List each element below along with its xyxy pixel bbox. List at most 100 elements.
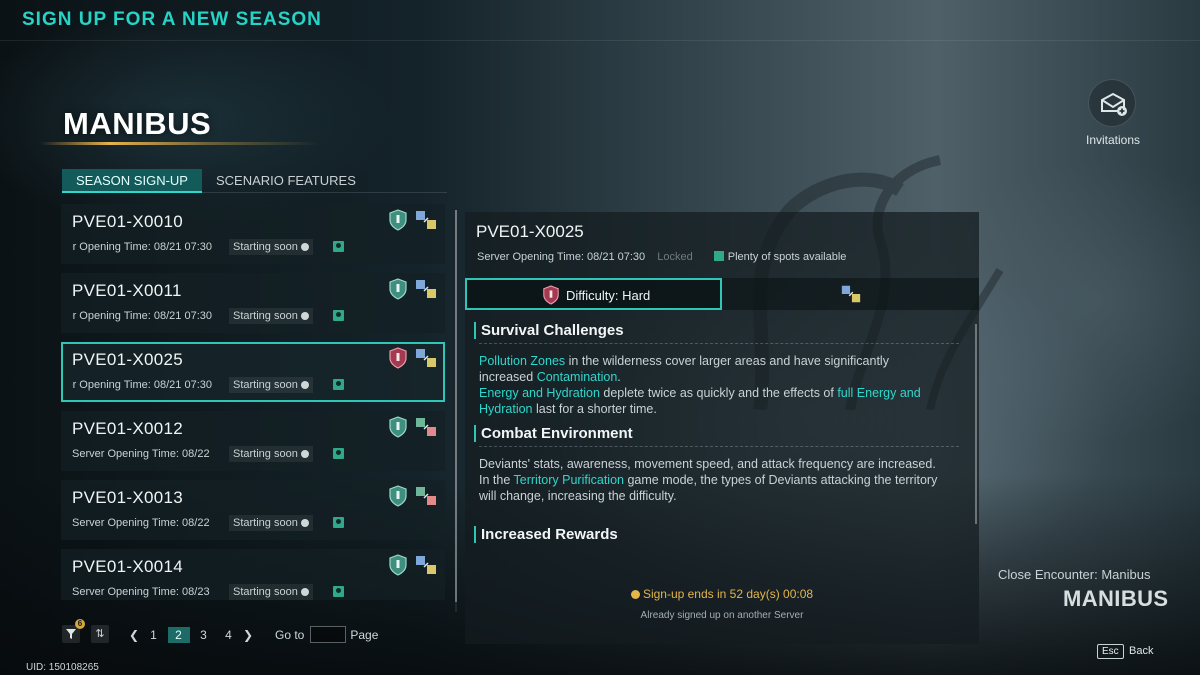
spots-status: Plenty of spots available [713,251,847,263]
page-4-button[interactable]: 4 [218,627,240,643]
page-1-button[interactable]: 1 [143,627,165,643]
clock-icon [630,590,640,599]
status-badge: Starting soon [229,584,313,600]
status-badge: Starting soon [229,446,313,462]
server-detail-panel: PVE01-X0025 Server Opening Time: 08/21 0… [465,212,979,644]
scenario-feature-icon [841,285,861,303]
server-card-selected[interactable]: PVE01-X0025 Server Opening Time: 08/21 0… [61,342,445,402]
server-card[interactable]: PVE01-X0012 Server Opening Time: 08/22 S… [61,411,445,471]
server-opening-time: Server Opening Time: 08/23 [72,586,210,598]
server-card[interactable]: PVE01-X0011 Server Opening Time: 08/21 0… [61,273,445,333]
player-slots-icon [333,310,344,321]
scenario-feature-icon [416,487,436,505]
keyword: Territory Purification [513,473,624,487]
status-label: Starting soon [233,586,298,598]
signed-up-note: Already signed up on another Server [640,610,804,621]
pagination: ❮ 1 2 3 4 ❯ Go to Page [127,626,378,643]
status-label: Starting soon [233,448,298,460]
player-slots-icon [333,379,344,390]
scenario-feature-icon [416,418,436,436]
timer-icon [300,519,309,527]
section-title-combat: Combat Environment [474,425,959,442]
tab-difficulty[interactable]: Difficulty: Hard [465,278,723,310]
shield-normal-icon [389,554,407,576]
server-name: PVE01-X0011 [72,281,182,300]
status-badge: Starting soon [229,377,313,393]
spots-label: Plenty of spots available [727,251,847,263]
combat-text: Deviants' stats, awareness, movement spe… [474,456,944,504]
text: In the [479,473,514,487]
server-opening-time: Server Opening Time: 08/22 [72,517,210,529]
text: Deviants' stats, awareness, movement spe… [479,457,936,471]
detail-tab-bar: Difficulty: Hard [465,278,979,310]
back-button[interactable]: Back [1129,645,1153,657]
server-list: PVE01-X0010 Server Opening Time: 08/21 0… [61,204,445,600]
server-name: PVE01-X0013 [72,488,184,507]
player-slots-icon [333,448,344,459]
difficulty-label: Difficulty: Hard [566,288,651,303]
status-label: Starting soon [233,379,298,391]
keyword: Pollution Zones [479,354,566,368]
shield-hard-icon [543,285,559,305]
tab-bar: SEASON SIGN-UP SCENARIO FEATURES [62,169,447,193]
status-badge: Starting soon [229,239,313,255]
scenario-feature-icon [416,211,436,229]
server-list-scroll-thumb[interactable] [455,210,457,602]
goto-label: Go to [275,627,305,642]
prev-page-icon[interactable]: ❮ [127,628,141,642]
invitation-mail-icon [1101,92,1127,116]
user-id: UID: 150108265 [26,662,99,673]
player-slots-icon [333,517,344,528]
invitations-label: Invitations [1086,133,1141,147]
page-title: SIGN UP FOR A NEW SEASON [22,9,322,30]
status-badge: Starting soon [229,515,313,531]
shield-normal-icon [389,278,407,300]
page-label: Page [350,627,379,642]
status-label: Starting soon [233,241,298,253]
detail-meta: Server Opening Time: 08/21 07:30 Locked … [477,251,846,263]
section-divider [479,446,959,447]
server-opening-time: Server Opening Time: 08/21 07:30 [72,241,212,253]
esc-key-hint[interactable]: Esc [1097,644,1124,659]
timer-icon [300,450,309,458]
encounter-subtitle: Close Encounter: Manibus [998,567,1151,582]
section-title-survival: Survival Challenges [474,322,959,339]
detail-content[interactable]: Survival Challenges Pollution Zones in t… [474,322,959,578]
page-2-button[interactable]: 2 [167,626,190,643]
status-badge: Starting soon [229,308,313,324]
sort-button[interactable]: ⇅ [91,625,109,643]
server-name: PVE01-X0010 [72,212,184,231]
shield-normal-icon [389,209,407,231]
server-card[interactable]: PVE01-X0010 Server Opening Time: 08/21 0… [61,204,445,264]
tab-scenario-features[interactable]: SCENARIO FEATURES [202,169,370,193]
server-opening-time: Server Opening Time: 08/22 [72,448,210,460]
filter-count-badge: 6 [75,619,85,629]
timer-icon [300,312,309,320]
next-page-icon[interactable]: ❯ [241,628,255,642]
status-label: Starting soon [233,310,298,322]
map-title: MANIBUS [63,106,212,141]
player-slots-icon [713,251,724,261]
server-name: PVE01-X0014 [72,557,184,576]
tab-season-sign-up[interactable]: SEASON SIGN-UP [62,169,202,193]
survival-text: Pollution Zones in the wilderness cover … [474,353,944,417]
player-slots-icon [333,241,344,252]
scenario-feature-icon [416,280,436,298]
goto-page-input[interactable] [310,626,347,643]
timer-icon [300,243,309,251]
shield-normal-icon [389,416,407,438]
server-card[interactable]: PVE01-X0013 Server Opening Time: 08/22 S… [61,480,445,540]
scenario-feature-icon [416,556,436,574]
keyword: Contamination [536,370,618,384]
server-card[interactable]: PVE01-X0014 Server Opening Time: 08/23 S… [61,549,445,600]
signup-deadline-label: Sign-up ends in 52 day(s) 00:08 [642,587,814,601]
text: . [617,370,621,384]
page-3-button[interactable]: 3 [193,627,215,643]
keyword: Energy and Hydration [479,386,600,400]
server-opening-time: Server Opening Time: 08/21 07:30 [72,310,212,322]
tab-scenario-feature[interactable] [722,278,979,310]
invitations-button[interactable] [1088,79,1136,127]
text: deplete twice as quickly and the effects… [599,386,838,400]
detail-scrollbar[interactable] [975,324,977,524]
status-label: Starting soon [233,517,298,529]
